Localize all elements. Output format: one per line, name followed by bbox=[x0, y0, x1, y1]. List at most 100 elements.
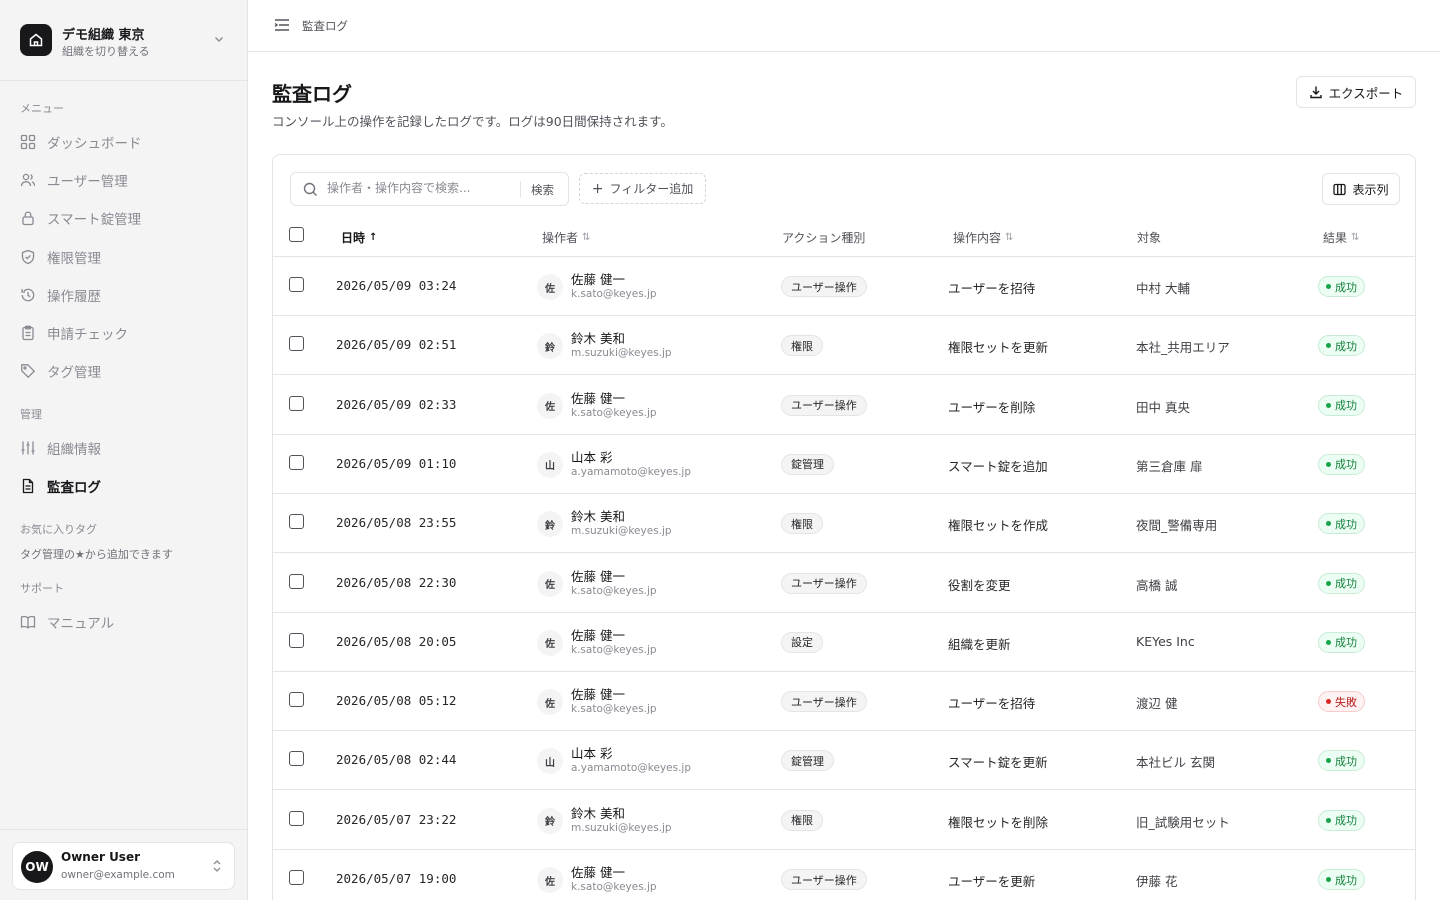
target-cell: 本社ビル 玄関 bbox=[1136, 755, 1215, 771]
sidebar-item-clipboard[interactable]: 申請チェック bbox=[20, 318, 230, 348]
target-cell: 夜間_警備専用 bbox=[1136, 518, 1218, 534]
user-menu[interactable]: OW Owner User owner@example.com bbox=[12, 842, 235, 890]
target-cell: KEYes Inc bbox=[1136, 633, 1195, 649]
row-checkbox[interactable] bbox=[289, 336, 304, 352]
row-checkbox[interactable] bbox=[289, 514, 304, 530]
org-name: デモ組織 東京 bbox=[62, 28, 145, 43]
operation-cell: 権限セットを作成 bbox=[948, 518, 1049, 534]
status-dot bbox=[1326, 817, 1331, 823]
sidebar-item-book[interactable]: マニュアル bbox=[20, 607, 230, 637]
operator-avatar: 鈴 bbox=[537, 807, 563, 834]
table-row[interactable]: 2026/05/07 23:22 鈴鈴木 美和 m.suzuki@keyes.jp 権… bbox=[273, 791, 1415, 850]
avatar: OW bbox=[21, 851, 53, 883]
row-checkbox[interactable] bbox=[289, 632, 304, 648]
support-section-label: サポート bbox=[20, 582, 64, 595]
operation-cell: 役割を変更 bbox=[948, 577, 1011, 593]
operator-name: 佐藤 健一 bbox=[571, 865, 625, 880]
operator-name: 佐藤 健一 bbox=[571, 568, 625, 584]
sidebar-item-shield[interactable]: 権限管理 bbox=[20, 242, 230, 272]
page-description: コンソール上の操作を記録したログです。ログは90日間保持されます。 bbox=[272, 114, 673, 129]
table-row[interactable]: 2026/05/09 03:24 佐佐藤 健一 k.sato@keyes.jp ユーザ… bbox=[273, 257, 1415, 316]
export-button[interactable]: エクスポート bbox=[1296, 76, 1416, 108]
sidebar-item-label: 組織情報 bbox=[47, 442, 101, 458]
table-row[interactable]: 2026/05/08 23:55 鈴鈴木 美和 m.suzuki@keyes.jp 権… bbox=[273, 494, 1415, 554]
result-badge: 成功 bbox=[1318, 394, 1365, 416]
operator-email: k.sato@keyes.jp bbox=[571, 406, 657, 419]
operator-email: k.sato@keyes.jp bbox=[571, 881, 657, 893]
operator-name: 山本 彩 bbox=[571, 449, 613, 465]
action-type-badge: 設定 bbox=[781, 631, 823, 653]
select-all-checkbox[interactable] bbox=[289, 227, 304, 242]
book-icon bbox=[20, 614, 36, 630]
table-row[interactable]: 2026/05/09 02:51 鈴鈴木 美和 m.suzuki@keyes.jp 権… bbox=[273, 316, 1415, 376]
chevrons-updown-icon bbox=[213, 860, 221, 872]
sidebar-item-lock[interactable]: スマート錠管理 bbox=[20, 203, 230, 233]
column-label: アクション種別 bbox=[782, 231, 866, 245]
column-label: 対象 bbox=[1137, 231, 1162, 245]
add-filter-button[interactable]: + フィルター追加 bbox=[579, 173, 706, 204]
table-row[interactable]: 2026/05/08 05:12 佐佐藤 健一 k.sato@keyes.jp ユーザ… bbox=[273, 672, 1415, 732]
sidebar-toggle-icon[interactable] bbox=[274, 18, 290, 32]
columns-button[interactable]: 表示列 bbox=[1322, 173, 1400, 205]
result-badge: 成功 bbox=[1318, 572, 1365, 594]
tag-icon bbox=[20, 363, 36, 379]
table-row[interactable]: 2026/05/08 22:30 佐佐藤 健一 k.sato@keyes.jp ユーザ… bbox=[273, 554, 1415, 613]
status-dot bbox=[1326, 284, 1331, 289]
clipboard-icon bbox=[20, 325, 36, 341]
sidebar-item-label: ダッシュボード bbox=[47, 136, 142, 152]
column-header-datetime[interactable]: 日時 ↑ bbox=[341, 229, 377, 246]
table-row[interactable]: 2026/05/07 19:00 佐佐藤 健一 k.sato@keyes.jp ユーザ… bbox=[273, 850, 1415, 900]
column-header-action-type: アクション種別 bbox=[782, 229, 865, 246]
org-switcher[interactable]: デモ組織 東京 組織を切り替える bbox=[0, 0, 247, 81]
row-checkbox[interactable] bbox=[289, 277, 304, 292]
row-checkbox[interactable] bbox=[289, 454, 304, 470]
operation-cell: ユーザーを招待 bbox=[948, 281, 1036, 296]
datetime-cell: 2026/05/07 19:00 bbox=[336, 871, 457, 886]
table-row[interactable]: 2026/05/08 20:05 佐佐藤 健一 k.sato@keyes.jp 設定 組… bbox=[273, 613, 1415, 672]
operator-name: 鈴木 美和 bbox=[571, 805, 625, 821]
sidebar-item-file[interactable]: 監査ログ bbox=[20, 471, 230, 501]
row-checkbox[interactable] bbox=[289, 870, 304, 885]
target-cell: 田中 真央 bbox=[1136, 399, 1190, 415]
action-type-badge: 錠管理 bbox=[781, 750, 834, 772]
result-label: 成功 bbox=[1335, 280, 1357, 294]
operator-name: 鈴木 美和 bbox=[571, 509, 625, 525]
sidebar-item-users[interactable]: ユーザー管理 bbox=[20, 165, 230, 195]
result-badge: 成功 bbox=[1318, 335, 1365, 357]
row-checkbox[interactable] bbox=[289, 692, 304, 708]
status-dot bbox=[1326, 639, 1331, 645]
sidebar-item-dashboard[interactable]: ダッシュボード bbox=[20, 127, 230, 157]
sidebar-item-sliders[interactable]: 組織情報 bbox=[20, 433, 230, 463]
row-checkbox[interactable] bbox=[289, 810, 304, 826]
search-input[interactable] bbox=[327, 181, 517, 195]
sidebar-item-tag[interactable]: タグ管理 bbox=[20, 356, 230, 386]
result-badge: 成功 bbox=[1318, 869, 1365, 890]
action-type-badge: 錠管理 bbox=[781, 453, 834, 475]
table-row[interactable]: 2026/05/09 01:10 山山本 彩 a.yamamoto@keyes.jp… bbox=[273, 435, 1415, 494]
search-button[interactable]: 検索 bbox=[531, 182, 554, 198]
admin-section-label: 管理 bbox=[20, 408, 42, 421]
operator-name: 佐藤 健一 bbox=[571, 390, 625, 406]
operation-cell: 権限セットを削除 bbox=[948, 814, 1049, 830]
column-header-operator[interactable]: 操作者 ⇅ bbox=[542, 229, 590, 246]
datetime-cell: 2026/05/07 23:22 bbox=[336, 811, 457, 827]
sort-icon: ⇅ bbox=[582, 232, 591, 243]
row-checkbox[interactable] bbox=[289, 573, 304, 589]
datetime-cell: 2026/05/08 23:55 bbox=[336, 515, 457, 531]
sidebar-item-history[interactable]: 操作履歴 bbox=[20, 280, 230, 310]
table-row[interactable]: 2026/05/08 02:44 山山本 彩 a.yamamoto@keyes.jp… bbox=[273, 731, 1415, 791]
status-dot bbox=[1326, 343, 1331, 349]
result-badge: 成功 bbox=[1318, 809, 1365, 831]
row-checkbox[interactable] bbox=[289, 751, 304, 767]
table-row[interactable]: 2026/05/09 02:33 佐佐藤 健一 k.sato@keyes.jp ユーザ… bbox=[273, 376, 1415, 435]
fav-section-label: お気に入りタグ bbox=[20, 523, 97, 536]
column-header-operation[interactable]: 操作内容 ⇅ bbox=[953, 229, 1013, 246]
columns-icon bbox=[1333, 183, 1347, 195]
result-label: 成功 bbox=[1335, 339, 1357, 353]
operator-name: 佐藤 健一 bbox=[571, 627, 625, 643]
target-cell: 中村 大輔 bbox=[1136, 281, 1190, 296]
datetime-cell: 2026/05/09 01:10 bbox=[336, 455, 457, 471]
column-header-result[interactable]: 結果 ⇅ bbox=[1323, 229, 1359, 246]
download-icon bbox=[1309, 86, 1322, 99]
row-checkbox[interactable] bbox=[289, 395, 304, 411]
